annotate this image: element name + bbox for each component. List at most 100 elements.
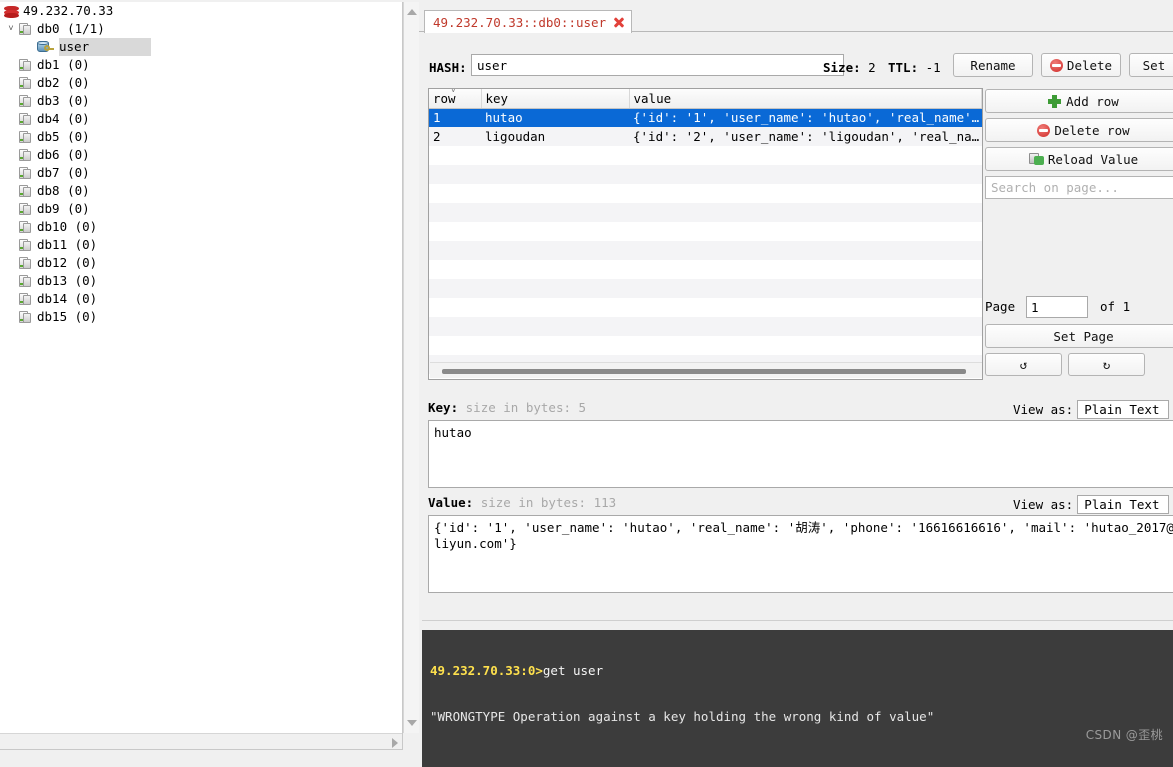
database-icon	[18, 256, 32, 270]
key-size-text: size in bytes: 5	[465, 400, 587, 415]
table-cell-empty	[429, 165, 481, 184]
tree-item-label: db10 (0)	[37, 219, 98, 234]
tree-item-label: db4 (0)	[37, 111, 90, 126]
table-cell-empty	[629, 298, 982, 317]
sidebar-horizontal-scrollbar[interactable]	[0, 733, 402, 749]
sidebar-vertical-scrollbar[interactable]	[403, 2, 419, 733]
tab-key-view[interactable]: 49.232.70.33::db0::user	[424, 10, 633, 33]
table-cell-empty	[629, 279, 982, 298]
value-view-as-select[interactable]: Plain Text	[1077, 495, 1170, 514]
size-value: 2	[868, 60, 876, 75]
delete-key-button[interactable]: Delete	[1041, 53, 1121, 77]
table-row[interactable]: 2 ligoudan {'id': '2', 'user_name': 'ligou…	[429, 127, 982, 146]
database-icon	[18, 76, 32, 90]
scroll-up-icon[interactable]	[404, 4, 420, 20]
delete-row-button[interactable]: Delete row	[985, 118, 1173, 142]
tree-item-label: db2 (0)	[37, 75, 90, 90]
table-row-empty[interactable]	[429, 336, 982, 355]
column-header-key[interactable]: key	[481, 89, 630, 109]
table-row-empty[interactable]	[429, 222, 982, 241]
tree-item-db2[interactable]: db2 (0)	[0, 74, 402, 92]
next-page-button[interactable]: ↻	[1068, 353, 1145, 376]
tree-item-db14[interactable]: db14 (0)	[0, 290, 402, 308]
ttl-value: -1	[925, 60, 941, 75]
scroll-right-icon[interactable]	[387, 734, 402, 749]
table-row-empty[interactable]	[429, 165, 982, 184]
key-view-as: View as: Plain Text	[1013, 400, 1170, 419]
page-number-input[interactable]	[1026, 296, 1088, 318]
set-ttl-button[interactable]: Set TTL	[1129, 53, 1173, 77]
tree-item-db1[interactable]: db1 (0)	[0, 56, 402, 74]
table-row-empty[interactable]	[429, 184, 982, 203]
set-page-button[interactable]: Set Page	[985, 324, 1173, 348]
value-editor-textarea[interactable]: {'id': '1', 'user_name': 'hutao', 'real_…	[428, 515, 1173, 593]
column-header-value[interactable]: value	[629, 89, 982, 109]
scroll-down-icon[interactable]	[404, 715, 420, 731]
tree-item-db0[interactable]: ˅ db0 (1/1)	[0, 20, 402, 38]
database-icon	[18, 112, 32, 126]
key-view-as-select[interactable]: Plain Text	[1077, 400, 1170, 419]
database-icon	[18, 310, 32, 324]
search-on-page-input[interactable]	[985, 176, 1173, 199]
column-header-row[interactable]: ˅ row	[429, 89, 482, 109]
value-view-as-label: View as:	[1013, 497, 1074, 512]
tree-item-db7[interactable]: db7 (0)	[0, 164, 402, 182]
close-icon[interactable]	[613, 17, 625, 28]
tree-item-user-key[interactable]: user	[0, 38, 402, 56]
console-command: get user	[542, 663, 604, 679]
key-type-label: HASH:	[429, 60, 467, 75]
table-row[interactable]: 1 hutao {'id': '1', 'user_name': 'hutao', …	[429, 108, 982, 127]
tree-item-db10[interactable]: db10 (0)	[0, 218, 402, 236]
tree-item-db5[interactable]: db5 (0)	[0, 128, 402, 146]
tree-item-label: db9 (0)	[37, 201, 90, 216]
tree-item-db8[interactable]: db8 (0)	[0, 182, 402, 200]
tree-item-db12[interactable]: db12 (0)	[0, 254, 402, 272]
tree-item-db13[interactable]: db13 (0)	[0, 272, 402, 290]
table-cell-empty	[481, 336, 629, 355]
table-cell-empty	[429, 146, 481, 165]
table-cell-empty	[429, 184, 481, 203]
table-horizontal-scrollbar[interactable]	[430, 362, 982, 378]
scrollbar-thumb[interactable]	[442, 369, 966, 374]
table-cell-empty	[481, 222, 629, 241]
connection-tree[interactable]: 49.232.70.33 ˅ db0 (1/1) user db1 (0) db2…	[0, 2, 403, 750]
tree-item-db6[interactable]: db6 (0)	[0, 146, 402, 164]
table-row-empty[interactable]	[429, 298, 982, 317]
database-icon	[18, 94, 32, 108]
table-cell-value: {'id': '1', 'user_name': 'hutao', 'real_…	[629, 108, 982, 127]
hash-table-body: 1 hutao {'id': '1', 'user_name': 'hutao', …	[429, 108, 982, 374]
rename-button[interactable]: Rename	[953, 53, 1033, 77]
key-name-input[interactable]	[471, 54, 844, 76]
hash-table-container[interactable]: ˅ row key value 1 hutao {'id': '1', 'user_n…	[428, 88, 983, 380]
key-editor-textarea[interactable]: hutao	[428, 420, 1173, 488]
tree-item-db3[interactable]: db3 (0)	[0, 92, 402, 110]
tree-item-label: db0 (1/1)	[37, 21, 105, 36]
tree-item-connection[interactable]: 49.232.70.33	[0, 2, 402, 20]
tree-item-db9[interactable]: db9 (0)	[0, 200, 402, 218]
table-row-empty[interactable]	[429, 260, 982, 279]
tree-item-db15[interactable]: db15 (0)	[0, 308, 402, 326]
add-row-button[interactable]: Add row	[985, 89, 1173, 113]
hash-table[interactable]: ˅ row key value 1 hutao {'id': '1', 'user_n…	[429, 89, 982, 374]
table-cell-empty	[629, 222, 982, 241]
database-icon	[18, 292, 32, 306]
reload-value-button[interactable]: Reload Value	[985, 147, 1173, 171]
tree-item-label: db13 (0)	[37, 273, 98, 288]
table-cell-empty	[481, 184, 629, 203]
table-cell-key: hutao	[481, 108, 629, 127]
chevron-down-icon[interactable]: ˅	[4, 20, 18, 38]
table-cell-empty	[429, 203, 481, 222]
table-cell-empty	[429, 317, 481, 336]
tree-item-db11[interactable]: db11 (0)	[0, 236, 402, 254]
table-cell-empty	[429, 222, 481, 241]
table-row-empty[interactable]	[429, 203, 982, 222]
table-row-empty[interactable]	[429, 146, 982, 165]
table-row-empty[interactable]	[429, 241, 982, 260]
table-row-empty[interactable]	[429, 317, 982, 336]
tree-item-label: db8 (0)	[37, 183, 90, 198]
tree-item-db4[interactable]: db4 (0)	[0, 110, 402, 128]
table-cell-empty	[481, 203, 629, 222]
table-row-empty[interactable]	[429, 279, 982, 298]
redis-console[interactable]: 49.232.70.33:0>get user "WRONGTYPE Opera…	[422, 630, 1173, 767]
previous-page-button[interactable]: ↺	[985, 353, 1062, 376]
